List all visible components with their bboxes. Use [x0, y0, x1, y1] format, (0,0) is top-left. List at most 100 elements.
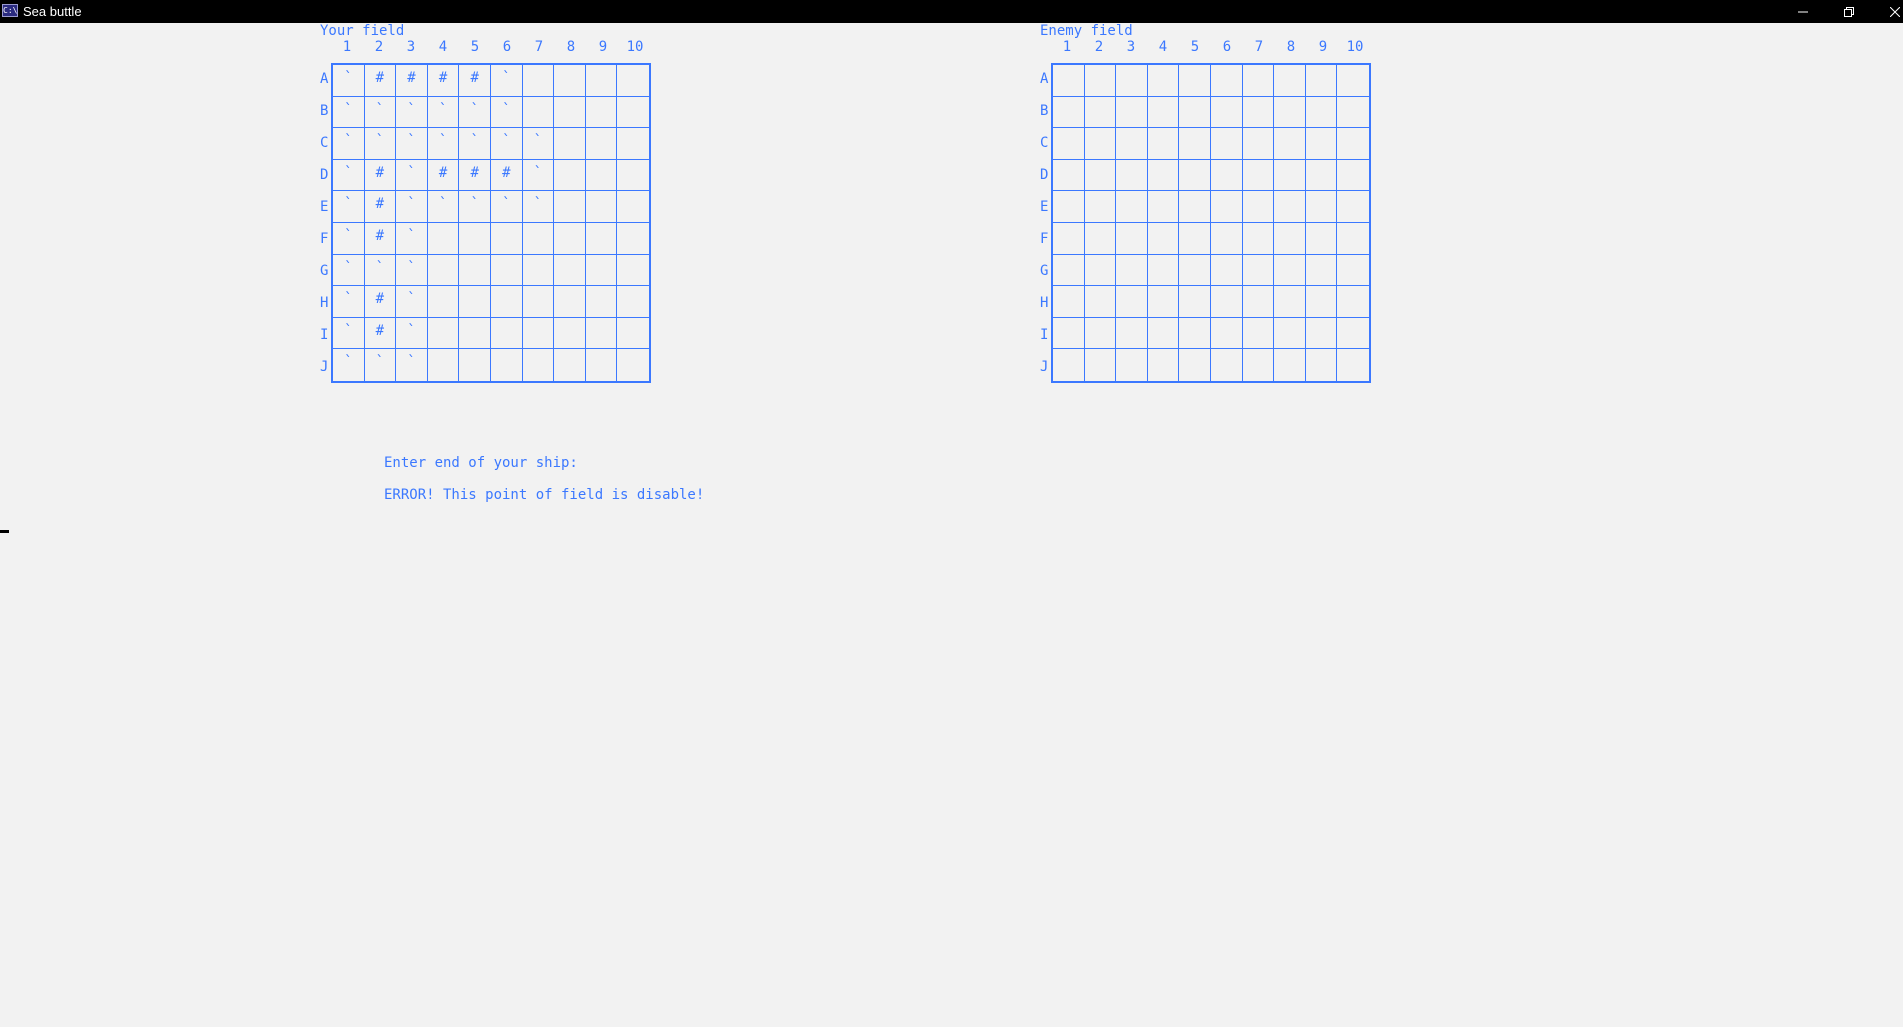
your-field-column-label: 7 [534, 39, 544, 55]
ship-end-prompt: Enter end of your ship: [384, 455, 578, 471]
enemy-field-cell [1211, 191, 1243, 223]
title-bar[interactable]: C:\ Sea buttle [0, 0, 1903, 23]
your-field-cell: ` [491, 65, 523, 97]
your-field-cell [522, 286, 555, 318]
your-field-cell: # [427, 159, 460, 192]
enemy-field-cell [1337, 349, 1369, 381]
enemy-field-cell [1053, 128, 1085, 160]
your-field-cell [586, 349, 618, 381]
close-button[interactable] [1872, 0, 1903, 23]
your-field-cell: ` [491, 96, 523, 129]
your-field-cell: # [459, 159, 491, 192]
enemy-field-cell [1147, 65, 1180, 97]
your-field-cell [554, 223, 586, 255]
enemy-field-cell [1305, 223, 1338, 255]
enemy-field-cell [1305, 96, 1338, 129]
your-field-cell: ` [491, 191, 523, 223]
your-field-cell: ` [333, 349, 365, 381]
enemy-field-cell [1053, 223, 1085, 255]
your-field-cell: ` [459, 96, 491, 129]
your-field-cell: # [364, 159, 397, 192]
your-field-cell [522, 65, 555, 97]
your-field-cell: ` [522, 191, 555, 223]
enemy-field-cell [1337, 160, 1369, 192]
enemy-field-cell [1274, 159, 1306, 192]
your-field-cell: # [364, 65, 397, 97]
enemy-field-cell [1147, 191, 1180, 223]
your-field-column-label: 2 [374, 39, 384, 55]
console-area[interactable]: Your field 1 2 3 4 5 6 7 8 9 10 A B C D E F G H I J ` # # # # ` ` `… [0, 23, 1903, 1027]
enemy-field-cell [1179, 317, 1211, 350]
enemy-field-cell [1053, 191, 1085, 223]
enemy-field-cell [1116, 191, 1148, 223]
restore-icon [1843, 6, 1854, 17]
your-field-column-label: 9 [598, 39, 608, 55]
enemy-field-cell [1242, 317, 1275, 350]
enemy-field-cell [1116, 159, 1148, 192]
your-field-cell [491, 317, 523, 350]
enemy-field-cell [1242, 223, 1275, 255]
your-field-cell: ` [333, 286, 365, 318]
your-field-grid: ` # # # # ` ` ` ` ` ` ` ` ` ` ` ` ` ` ` # ` # # # ` ` # ` ` ` ` ` ` # ` ` ` ` `… [331, 63, 651, 383]
enemy-field-cell [1147, 128, 1180, 160]
your-field-cell [554, 317, 586, 350]
your-field-cell [427, 317, 460, 350]
enemy-field-cell [1084, 128, 1117, 160]
enemy-field-cell [1305, 317, 1338, 350]
your-field-cell: # [364, 286, 397, 318]
enemy-field-cell [1274, 128, 1306, 160]
your-field-cell [459, 254, 491, 287]
your-field-cell: ` [365, 349, 397, 381]
enemy-field-cell [1053, 65, 1085, 97]
enemy-field-cell [1179, 96, 1211, 129]
your-field-cell [617, 349, 649, 381]
your-field-column-label: 3 [406, 39, 416, 55]
your-field-cell: ` [491, 128, 523, 160]
your-field-cell [491, 349, 523, 381]
enemy-field-cell [1084, 286, 1117, 318]
minimize-button[interactable] [1780, 0, 1825, 23]
enemy-field-cell [1053, 349, 1085, 381]
your-field-column-label: 6 [502, 39, 512, 55]
enemy-field-cell [1084, 254, 1117, 287]
your-field-cell: ` [333, 159, 365, 192]
your-field-cell [617, 160, 649, 192]
your-field-cell [617, 97, 649, 129]
enemy-field-cell [1053, 159, 1085, 192]
enemy-field-cell [1211, 65, 1243, 97]
enemy-field-cell [1274, 191, 1306, 223]
your-field-cell [427, 286, 460, 318]
enemy-field-cell [1179, 159, 1211, 192]
your-field-cell: ` [333, 128, 365, 160]
your-field-column-label: 10 [626, 39, 644, 55]
your-field-cell [554, 191, 586, 223]
enemy-field-cell [1274, 96, 1306, 129]
enemy-field-cell [1337, 255, 1369, 287]
enemy-field-cell [1337, 286, 1369, 318]
enemy-field-cell [1053, 317, 1085, 350]
your-field-cell [554, 286, 586, 318]
enemy-field-column-label: 9 [1318, 39, 1328, 55]
enemy-field-cell [1305, 254, 1338, 287]
enemy-field-cell [1053, 254, 1085, 287]
enemy-field-cell [1211, 159, 1243, 192]
your-field-cell [617, 128, 649, 160]
enemy-field-column-label: 4 [1158, 39, 1168, 55]
enemy-field-column-label: 2 [1094, 39, 1104, 55]
enemy-field-cell [1179, 254, 1211, 287]
restore-button[interactable] [1826, 0, 1871, 23]
enemy-field-cell [1242, 191, 1275, 223]
enemy-field-cell [1306, 349, 1338, 381]
enemy-field-cell [1147, 223, 1180, 255]
enemy-field-cell [1084, 159, 1117, 192]
your-field-cell [585, 254, 618, 287]
your-field-cell [459, 223, 491, 255]
enemy-field-cell [1147, 286, 1180, 318]
text-cursor [0, 530, 9, 533]
enemy-field-cell [1211, 223, 1243, 255]
enemy-field-cell [1116, 286, 1148, 318]
your-field-cell [491, 254, 523, 287]
enemy-field-cell [1147, 254, 1180, 287]
enemy-field-cell [1337, 65, 1369, 97]
enemy-field-column-label: 7 [1254, 39, 1264, 55]
